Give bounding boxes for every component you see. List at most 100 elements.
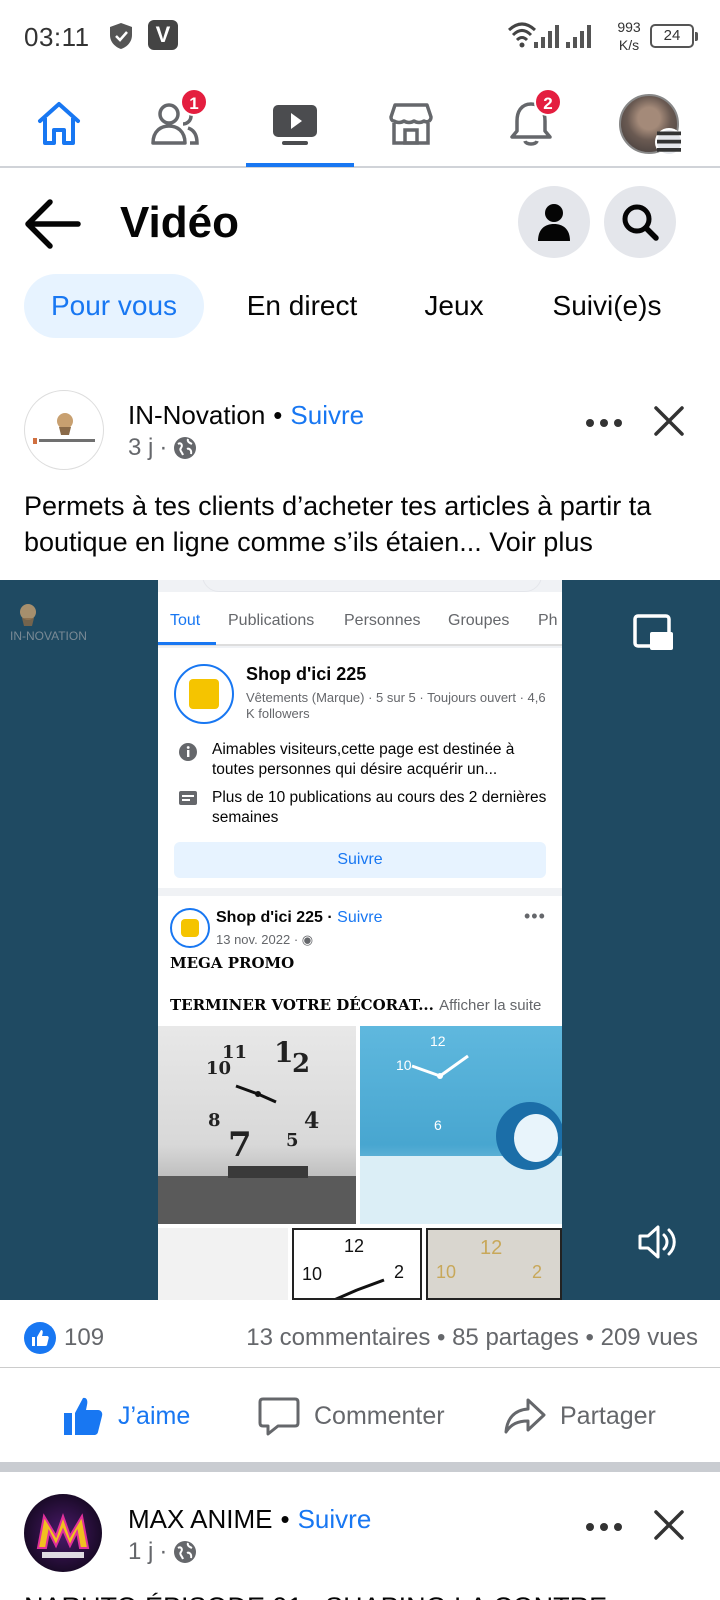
post2-close-icon[interactable] [648, 1504, 690, 1546]
posts-icon [179, 791, 197, 805]
shop-logo [174, 664, 234, 724]
video-tab-underline [158, 642, 216, 645]
video-promo-line: TERMINER VOTRE DÉCORAT... Afficher la su… [170, 996, 541, 1014]
video-tab-groupes: Groupes [448, 612, 510, 629]
more-options-icon[interactable] [580, 408, 630, 438]
comment-icon [258, 1397, 300, 1436]
nav-video[interactable] [242, 80, 348, 168]
feed-divider [0, 1462, 720, 1472]
post2-text: NARUTO ÉPISODE 91 : SHAPING LA CONTRE [24, 1592, 607, 1600]
svg-text:7: 7 [228, 1125, 252, 1165]
avatar [619, 94, 683, 156]
shop-logo-small [170, 908, 210, 948]
wifi-icon [507, 22, 537, 48]
clock-image-2: 12 10 6 [360, 1026, 562, 1224]
tab-jeux[interactable]: Jeux [418, 274, 490, 338]
post-author-avatar[interactable] [24, 390, 104, 470]
like-button[interactable]: J’aime [62, 1392, 190, 1440]
top-navigation: 1 2 [0, 80, 720, 168]
person-icon [538, 204, 570, 241]
shares-count[interactable]: 85 partages [452, 1324, 579, 1351]
video-tab-ph: Ph [538, 612, 558, 629]
post2-author-avatar[interactable] [24, 1494, 102, 1572]
post-meta: 3 j · [128, 434, 197, 462]
svg-text:12: 12 [430, 1033, 446, 1049]
signal-icon [534, 25, 559, 48]
menu-icon [655, 128, 683, 156]
clock-image-4: 12 10 2 [292, 1228, 422, 1300]
video-inner-post: Shop d'ici 225 · Suivre 13 nov. 2022 · ◉… [158, 896, 562, 1300]
info-icon [179, 743, 197, 761]
svg-text:2: 2 [292, 1049, 310, 1079]
like-count[interactable]: 109 [64, 1324, 104, 1352]
post-text: Permets à tes clients d’acheter tes arti… [24, 488, 704, 560]
video-search-bar [202, 580, 542, 592]
post-actions: J’aime Commenter Partager [0, 1370, 720, 1462]
video-inner-post-date: 13 nov. 2022 [216, 932, 291, 947]
svg-text:2: 2 [394, 1262, 404, 1282]
svg-text:1: 1 [274, 1036, 293, 1069]
svg-text:11: 11 [222, 1042, 247, 1063]
nav-notifications[interactable]: 2 [478, 80, 584, 168]
share-label: Partager [560, 1401, 656, 1430]
video-page-sub: Vêtements (Marque) · 5 sur 5 · Toujours … [246, 690, 546, 721]
post2-more-options-icon[interactable] [580, 1512, 630, 1542]
svg-text:10: 10 [396, 1057, 412, 1073]
post-header: IN-Novation • Suivre 3 j · [0, 390, 720, 470]
close-icon[interactable] [648, 400, 690, 442]
volume-icon[interactable] [636, 1220, 680, 1264]
video-watermark-text: IN-NOVATION [10, 629, 87, 643]
post2-follow-link[interactable]: Suivre [298, 1504, 372, 1534]
post2-author-line: MAX ANIME • Suivre [128, 1504, 372, 1534]
page-header: Vidéo [0, 176, 720, 272]
nav-active-indicator [246, 163, 354, 167]
post-author-name[interactable]: IN-Novation [128, 400, 265, 430]
post2-meta: 1 j · [128, 1538, 197, 1566]
tab-pour-vous[interactable]: Pour vous [24, 274, 204, 338]
svg-text:4: 4 [304, 1108, 319, 1134]
like-label: J’aime [118, 1401, 191, 1430]
post2-author-name[interactable]: MAX ANIME [128, 1504, 272, 1534]
svg-text:2: 2 [532, 1262, 542, 1282]
search-button[interactable] [604, 186, 676, 258]
video-page-card: Shop d'ici 225 Vêtements (Marque) · 5 su… [158, 648, 562, 888]
thumbs-up-icon [64, 1397, 103, 1435]
tab-suivies[interactable]: Suivi(e)s [546, 274, 668, 338]
notifications-badge: 2 [534, 88, 562, 116]
video-player[interactable]: IN-NOVATION Tout Publications Personnes … [0, 580, 720, 1300]
see-more-link[interactable]: Voir plus [489, 527, 593, 557]
video-tab-publications: Publications [228, 612, 315, 629]
shield-icon [110, 23, 132, 49]
picture-in-picture-icon[interactable] [632, 612, 676, 656]
profile-button[interactable] [518, 186, 590, 258]
like-reaction-icon[interactable] [24, 1322, 56, 1354]
video-tab-personnes: Personnes [344, 612, 421, 629]
video-promo-more: Afficher la suite [439, 997, 542, 1014]
search-icon [622, 204, 659, 241]
video-page-name: Shop d'ici 225 [246, 664, 367, 684]
nav-friends[interactable]: 1 [122, 80, 228, 168]
battery-level: 24 [663, 27, 681, 44]
share-button[interactable]: Partager [504, 1392, 656, 1440]
comment-label: Commenter [314, 1401, 445, 1430]
nav-profile-menu[interactable] [596, 80, 702, 168]
svg-text:8: 8 [208, 1110, 221, 1131]
home-icon [38, 102, 80, 145]
video-icon [273, 105, 317, 145]
video-frame: Tout Publications Personnes Groupes Ph S… [158, 580, 562, 1300]
status-time: 03:11 [24, 22, 90, 52]
network-speed: 993 K/s [614, 18, 644, 54]
svg-text:10: 10 [302, 1264, 322, 1284]
tab-en-direct[interactable]: En direct [240, 274, 364, 338]
post-follow-link[interactable]: Suivre [290, 400, 364, 430]
clock-image-5: 12 10 2 [426, 1228, 562, 1300]
comment-button[interactable]: Commenter [258, 1392, 445, 1440]
nav-home[interactable] [6, 80, 112, 168]
arrow-left-icon [25, 199, 81, 249]
max-anime-logo [36, 1512, 90, 1558]
comments-count[interactable]: 13 commentaires [246, 1324, 430, 1351]
back-button[interactable] [20, 192, 84, 256]
svg-text:10: 10 [436, 1262, 456, 1282]
nav-marketplace[interactable] [358, 80, 464, 168]
post-author-line: IN-Novation • Suivre [128, 400, 365, 430]
